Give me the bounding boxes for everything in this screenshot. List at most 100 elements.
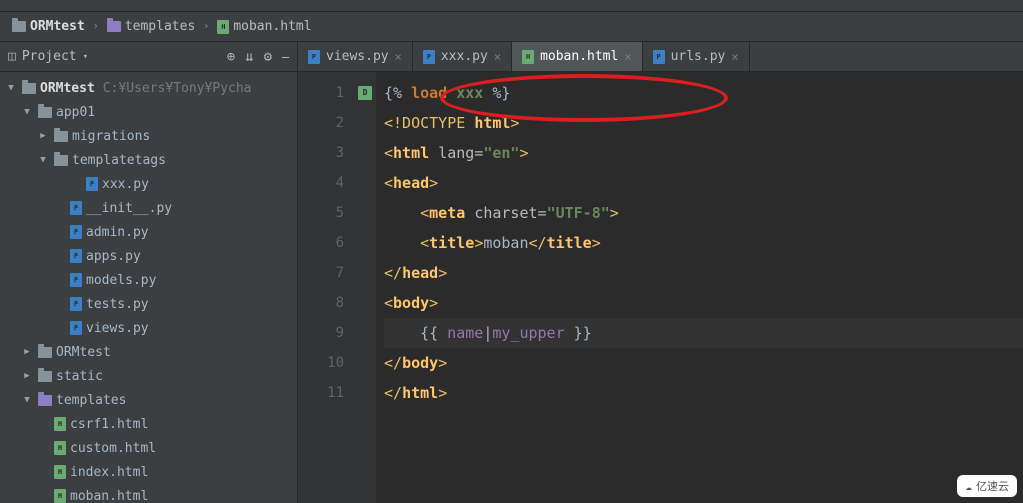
project-panel-header: ◫ Project ▾ ⊕ ⇊ ⚙ ⎯ [0,42,297,72]
tab-label: moban.html [540,49,618,64]
python-file-icon: P [423,50,435,64]
breadcrumb-folder[interactable]: templates [103,17,199,36]
html-file-icon: H [522,50,534,64]
expand-icon[interactable]: ▼ [20,107,34,117]
gutter-icons: D [354,72,376,503]
code-line: <body> [384,288,1023,318]
close-icon[interactable]: × [395,50,402,64]
collapse-all-icon[interactable]: ⇊ [245,49,253,65]
tree-file-apps[interactable]: P apps.py [0,244,297,268]
close-icon[interactable]: × [494,50,501,64]
html-file-icon: H [54,465,66,479]
chevron-right-icon: › [203,21,209,32]
cloud-icon: ☁ [965,480,972,493]
top-toolbar-strip [0,0,1023,12]
tree-label: app01 [56,105,95,120]
folder-icon [54,155,68,166]
dropdown-icon[interactable]: ▾ [83,52,88,62]
tree-label: apps.py [86,249,141,264]
expand-icon[interactable]: ▼ [4,83,18,93]
tree-folder-ormtest2[interactable]: ▶ ORMtest [0,340,297,364]
tree-folder-templates[interactable]: ▼ templates [0,388,297,412]
tab-moban[interactable]: H moban.html × [512,42,643,71]
tree-label: custom.html [70,441,156,456]
tree-folder-migrations[interactable]: ▶ migrations [0,124,297,148]
django-template-icon: D [358,86,372,100]
tree-file-tests[interactable]: P tests.py [0,292,297,316]
breadcrumb-project[interactable]: ORMtest [8,17,89,36]
python-file-icon: P [308,50,320,64]
html-file-icon: H [217,20,229,34]
tree-file-views[interactable]: P views.py [0,316,297,340]
line-number: 4 [304,168,344,198]
code-line: {{ name|my_upper }} [384,318,1023,348]
editor-area: P views.py × P xxx.py × H moban.html × P… [298,42,1023,503]
tree-file-init[interactable]: P __init__.py [0,196,297,220]
expand-icon[interactable]: ▶ [20,371,34,381]
watermark-text: 亿速云 [976,478,1009,494]
line-number: 9 [304,318,344,348]
watermark: ☁ 亿速云 [957,475,1017,497]
code-line: </body> [384,348,1023,378]
tree-file-models[interactable]: P models.py [0,268,297,292]
tree-root[interactable]: ▼ ORMtest C:¥Users¥Tony¥Pycha [0,76,297,100]
hide-icon[interactable]: ⎯ [282,49,289,65]
tree-file-custom[interactable]: H custom.html [0,436,297,460]
code-line: {% load xxx %} [384,78,1023,108]
line-number: 2 [304,108,344,138]
python-file-icon: P [70,297,82,311]
tree-label: csrf1.html [70,417,148,432]
tree-label: xxx.py [102,177,149,192]
folder-icon [107,21,121,32]
breadcrumb-project-label: ORMtest [30,19,85,34]
tab-label: xxx.py [441,49,488,64]
folder-icon [38,107,52,118]
code-line: </head> [384,258,1023,288]
expand-icon[interactable]: ▼ [20,395,34,405]
gear-icon[interactable]: ⚙ [264,49,272,65]
line-number: 3 [304,138,344,168]
line-number: 6 [304,228,344,258]
tab-views[interactable]: P views.py × [298,42,413,71]
code-line: <meta charset="UTF-8"> [384,198,1023,228]
tree-file-csrf1[interactable]: H csrf1.html [0,412,297,436]
tab-xxx[interactable]: P xxx.py × [413,42,512,71]
project-tree: ▼ ORMtest C:¥Users¥Tony¥Pycha ▼ app01 ▶ … [0,72,297,503]
target-icon[interactable]: ⊕ [227,49,235,65]
close-icon[interactable]: × [624,50,631,64]
tree-file-moban[interactable]: H moban.html [0,484,297,503]
line-number: 10 [304,348,344,378]
tree-file-index[interactable]: H index.html [0,460,297,484]
tab-label: views.py [326,49,389,64]
tree-label: moban.html [70,489,148,503]
tree-file-xxx[interactable]: P xxx.py [0,172,297,196]
line-number: 11 [304,378,344,408]
tree-folder-static[interactable]: ▶ static [0,364,297,388]
project-view-icon: ◫ [8,49,16,64]
expand-icon[interactable]: ▼ [36,155,50,165]
tab-urls[interactable]: P urls.py × [643,42,750,71]
code-line: </html> [384,378,1023,408]
tree-folder-app01[interactable]: ▼ app01 [0,100,297,124]
expand-icon[interactable]: ▶ [36,131,50,141]
tab-label: urls.py [671,49,726,64]
close-icon[interactable]: × [731,50,738,64]
expand-icon[interactable]: ▶ [20,347,34,357]
breadcrumb-file[interactable]: H moban.html [213,17,315,36]
tree-label: templates [56,393,126,408]
tree-folder-templatetags[interactable]: ▼ templatetags [0,148,297,172]
code-line: <head> [384,168,1023,198]
editor-tabs: P views.py × P xxx.py × H moban.html × P… [298,42,1023,72]
tree-label: migrations [72,129,150,144]
code-editor[interactable]: {% load xxx %} <!DOCTYPE html> <html lan… [376,72,1023,503]
tree-path: C:¥Users¥Tony¥Pycha [103,81,252,96]
tree-file-admin[interactable]: P admin.py [0,220,297,244]
python-file-icon: P [70,201,82,215]
project-panel-title[interactable]: Project [22,49,77,64]
python-file-icon: P [70,249,82,263]
tree-label: admin.py [86,225,149,240]
code-line: <title>moban</title> [384,228,1023,258]
html-file-icon: H [54,489,66,503]
python-file-icon: P [70,273,82,287]
html-file-icon: H [54,417,66,431]
